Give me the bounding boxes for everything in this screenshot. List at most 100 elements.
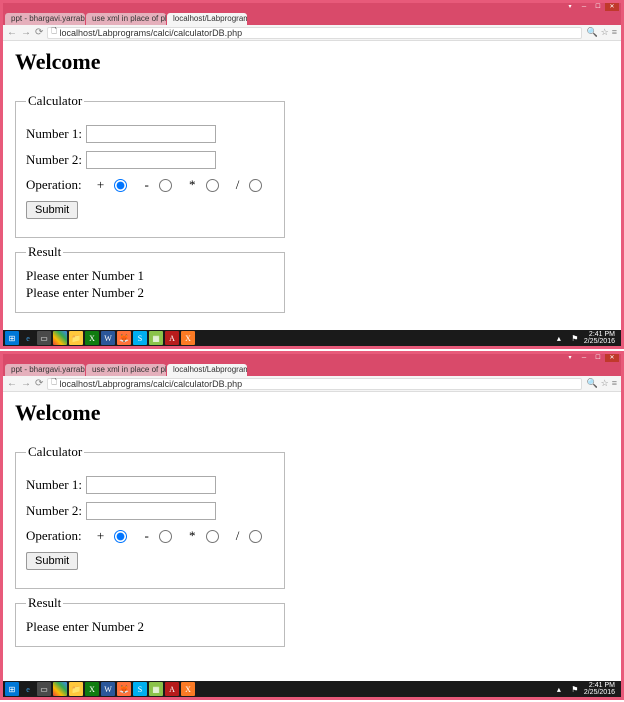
- forward-button[interactable]: →: [21, 378, 31, 389]
- tray-up-icon[interactable]: ▴: [552, 331, 566, 345]
- bookmark-icon[interactable]: ☆: [601, 378, 609, 389]
- maximize-button[interactable]: ☐: [591, 3, 605, 11]
- firefox-icon[interactable]: 🦊: [117, 682, 131, 696]
- excel-icon[interactable]: X: [85, 331, 99, 345]
- calculator-legend: Calculator: [26, 444, 84, 460]
- op-plus-label: +: [97, 528, 104, 544]
- browser-tabstrip: ppt - bhargavi.yarrabally × use xml in p…: [3, 11, 621, 25]
- minimize-button[interactable]: ─: [577, 3, 591, 11]
- maximize-button[interactable]: ☐: [591, 354, 605, 362]
- calculator-fieldset: Calculator Number 1: Number 2: Operation…: [15, 93, 285, 238]
- taskbar-clock[interactable]: 2:41 PM 2/25/2016: [584, 682, 619, 696]
- forward-button[interactable]: →: [21, 27, 31, 38]
- number2-label: Number 2:: [26, 503, 82, 519]
- start-button[interactable]: ⊞: [5, 331, 19, 345]
- taskview-icon[interactable]: ▭: [37, 331, 51, 345]
- url-text: localhost/Labprograms/calci/calculatorDB…: [60, 28, 243, 38]
- tab-label: use xml in place of php f: [92, 364, 166, 376]
- zoom-icon[interactable]: 🔍: [586, 27, 597, 38]
- adobe-icon[interactable]: A: [165, 682, 179, 696]
- user-icon: ▾: [563, 3, 577, 11]
- browser-tab-1[interactable]: ppt - bhargavi.yarrabally ×: [5, 364, 85, 376]
- browser-tab-2[interactable]: use xml in place of php f ×: [86, 13, 166, 25]
- menu-icon[interactable]: ≡: [612, 378, 617, 389]
- excel-icon[interactable]: X: [85, 682, 99, 696]
- tab-label: ppt - bhargavi.yarrabally: [11, 13, 85, 25]
- calculator-legend: Calculator: [26, 93, 84, 109]
- menu-icon[interactable]: ≡: [612, 27, 617, 38]
- submit-button[interactable]: Submit: [26, 201, 78, 219]
- number1-input[interactable]: [86, 125, 216, 143]
- url-input[interactable]: 🗋 localhost/Labprograms/calci/calculator…: [47, 378, 582, 390]
- op-div-label: /: [236, 528, 240, 544]
- result-line: Please enter Number 1: [26, 268, 274, 285]
- bookmark-icon[interactable]: ☆: [601, 27, 609, 38]
- screenshot-1: ▾ ─ ☐ ✕ ppt - bhargavi.yarrabally × use …: [0, 0, 624, 349]
- reload-button[interactable]: ⟳: [35, 27, 43, 38]
- word-icon[interactable]: W: [101, 682, 115, 696]
- adobe-icon[interactable]: A: [165, 331, 179, 345]
- operation-label: Operation:: [26, 528, 82, 544]
- op-mult-radio[interactable]: [206, 179, 219, 192]
- browser-tab-1[interactable]: ppt - bhargavi.yarrabally ×: [5, 13, 85, 25]
- op-div-label: /: [236, 177, 240, 193]
- tab-label: localhost/Labprograms/c: [173, 13, 247, 25]
- op-minus-radio[interactable]: [159, 179, 172, 192]
- action-center-icon[interactable]: ⚑: [568, 682, 582, 696]
- start-button[interactable]: ⊞: [5, 682, 19, 696]
- op-mult-label: *: [189, 177, 196, 193]
- chrome-icon[interactable]: [53, 682, 67, 696]
- result-fieldset: Result Please enter Number 2: [15, 595, 285, 647]
- url-input[interactable]: 🗋 localhost/Labprograms/calci/calculator…: [47, 27, 582, 39]
- number1-input[interactable]: [86, 476, 216, 494]
- result-line: Please enter Number 2: [26, 619, 274, 636]
- windows-taskbar: ⊞ e ▭ 📁 X W 🦊 S ▦ A X ▴ ⚑ 2:41 PM 2/25/2…: [3, 330, 621, 346]
- page-title: Welcome: [15, 49, 609, 75]
- browser-tab-2[interactable]: use xml in place of php f ×: [86, 364, 166, 376]
- app-icon[interactable]: ▦: [149, 331, 163, 345]
- word-icon[interactable]: W: [101, 331, 115, 345]
- number2-label: Number 2:: [26, 152, 82, 168]
- op-plus-radio[interactable]: [114, 179, 127, 192]
- skype-icon[interactable]: S: [133, 331, 147, 345]
- browser-tab-3[interactable]: localhost/Labprograms/c ×: [167, 364, 247, 376]
- page-icon: 🗋: [51, 378, 57, 389]
- close-button[interactable]: ✕: [605, 3, 619, 11]
- tab-label: ppt - bhargavi.yarrabally: [11, 364, 85, 376]
- op-mult-label: *: [189, 528, 196, 544]
- firefox-icon[interactable]: 🦊: [117, 331, 131, 345]
- close-button[interactable]: ✕: [605, 354, 619, 362]
- number2-input[interactable]: [86, 151, 216, 169]
- op-mult-radio[interactable]: [206, 530, 219, 543]
- result-fieldset: Result Please enter Number 1 Please ente…: [15, 244, 285, 313]
- op-div-radio[interactable]: [249, 179, 262, 192]
- action-center-icon[interactable]: ⚑: [568, 331, 582, 345]
- chrome-icon[interactable]: [53, 331, 67, 345]
- browser-tab-3[interactable]: localhost/Labprograms/c ×: [167, 13, 247, 25]
- explorer-icon[interactable]: 📁: [69, 682, 83, 696]
- taskview-icon[interactable]: ▭: [37, 682, 51, 696]
- number1-label: Number 1:: [26, 477, 82, 493]
- op-plus-radio[interactable]: [114, 530, 127, 543]
- back-button[interactable]: ←: [7, 378, 17, 389]
- url-text: localhost/Labprograms/calci/calculatorDB…: [60, 379, 243, 389]
- xampp-taskbar-icon[interactable]: X: [181, 331, 195, 345]
- ie-icon[interactable]: e: [21, 682, 35, 696]
- taskbar-clock[interactable]: 2:41 PM 2/25/2016: [584, 331, 619, 345]
- operation-label: Operation:: [26, 177, 82, 193]
- zoom-icon[interactable]: 🔍: [586, 378, 597, 389]
- reload-button[interactable]: ⟳: [35, 378, 43, 389]
- page-icon: 🗋: [51, 27, 57, 38]
- op-div-radio[interactable]: [249, 530, 262, 543]
- tray-up-icon[interactable]: ▴: [552, 682, 566, 696]
- skype-icon[interactable]: S: [133, 682, 147, 696]
- op-minus-radio[interactable]: [159, 530, 172, 543]
- explorer-icon[interactable]: 📁: [69, 331, 83, 345]
- number2-input[interactable]: [86, 502, 216, 520]
- back-button[interactable]: ←: [7, 27, 17, 38]
- app-icon[interactable]: ▦: [149, 682, 163, 696]
- xampp-taskbar-icon[interactable]: X: [181, 682, 195, 696]
- ie-icon[interactable]: e: [21, 331, 35, 345]
- minimize-button[interactable]: ─: [577, 354, 591, 362]
- submit-button[interactable]: Submit: [26, 552, 78, 570]
